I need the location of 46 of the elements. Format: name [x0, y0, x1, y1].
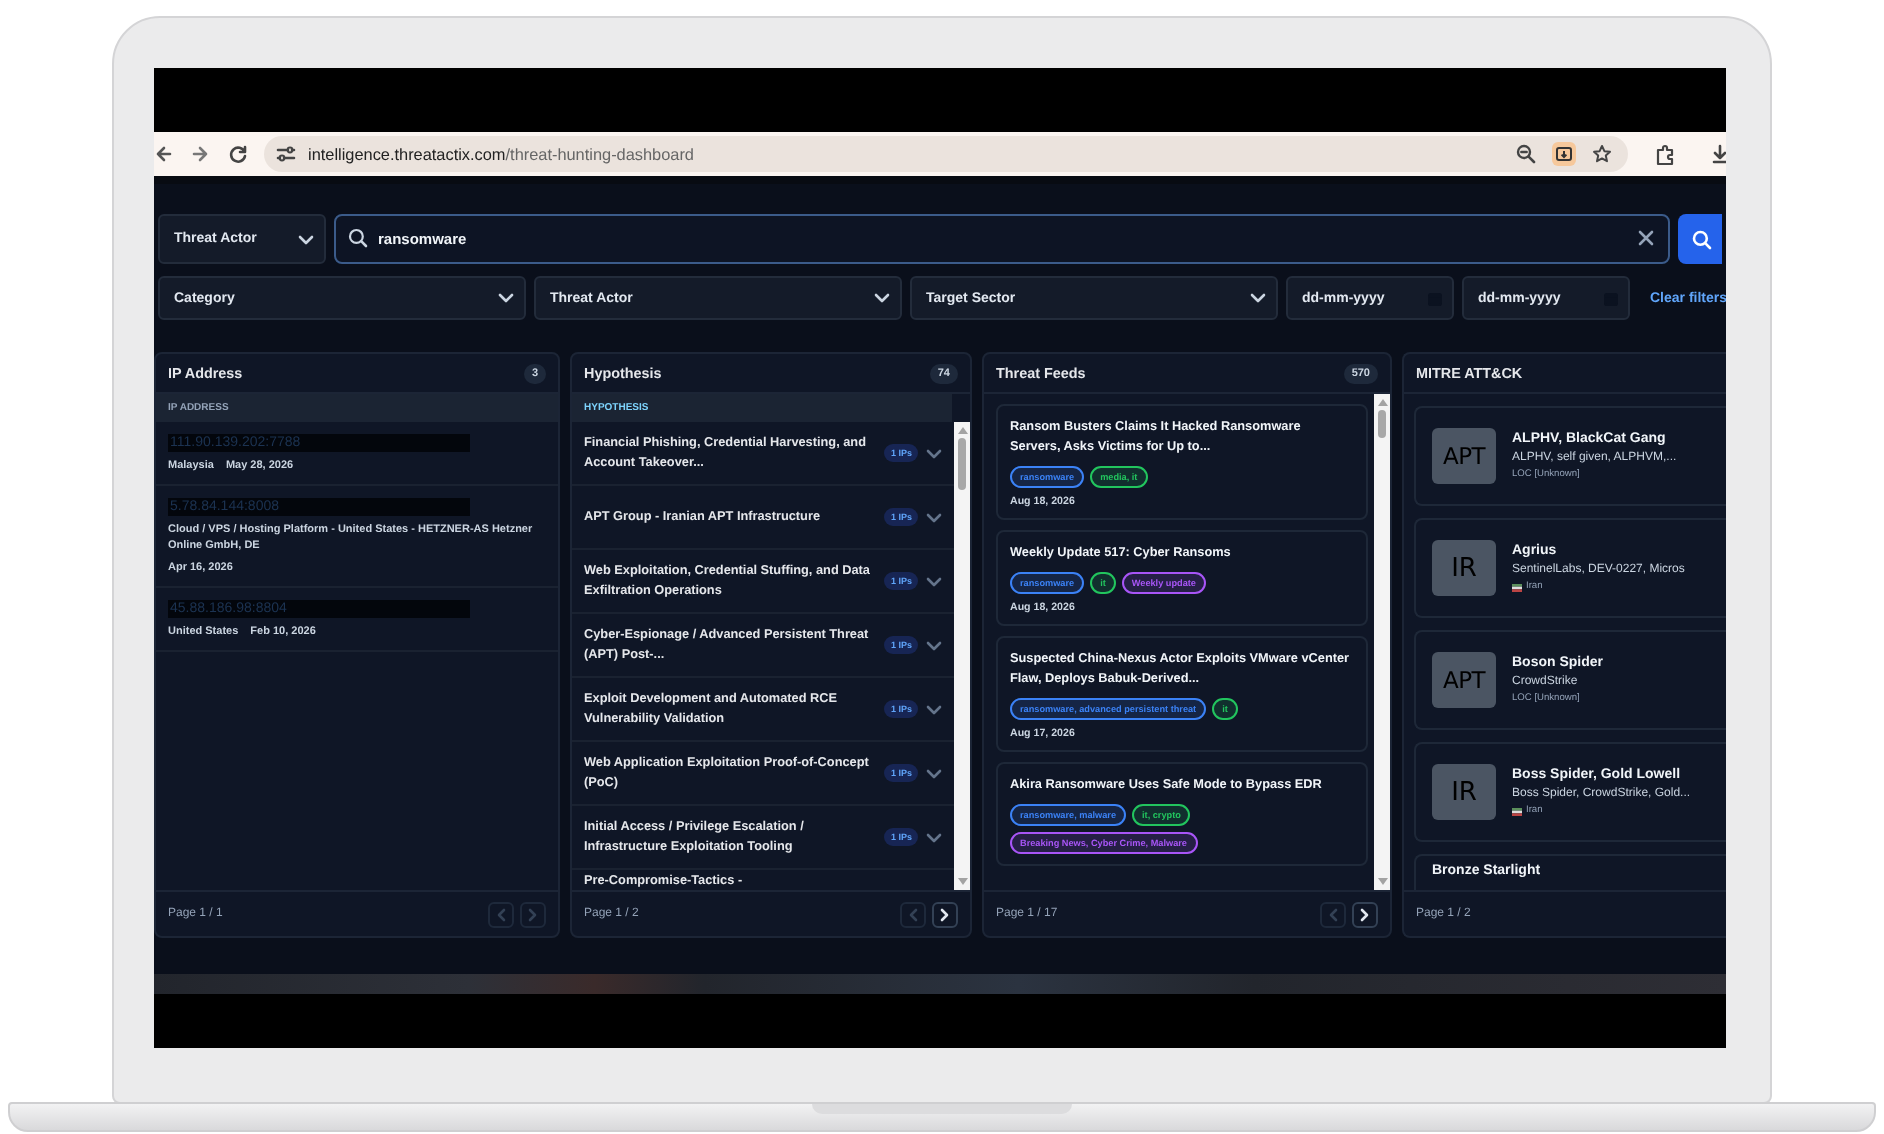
search-icon	[1692, 229, 1712, 249]
chevron-down-icon	[298, 233, 314, 245]
scrollbar-thumb[interactable]	[1378, 410, 1386, 438]
reload-icon[interactable]	[228, 144, 248, 164]
chevron-down-icon	[874, 292, 890, 304]
chevron-down-icon[interactable]	[926, 447, 942, 459]
clear-icon[interactable]	[1638, 230, 1654, 246]
address-bar[interactable]: intelligence.threatactix.com/threat-hunting-dashboard	[264, 136, 1628, 172]
scrollbar[interactable]	[954, 422, 970, 890]
chevron-right-icon	[1360, 907, 1370, 921]
chevron-left-icon	[496, 907, 506, 921]
scroll-up-icon	[957, 426, 967, 434]
chevron-down-icon[interactable]	[926, 511, 942, 523]
star-icon[interactable]	[1592, 144, 1612, 164]
chevron-down-icon[interactable]	[926, 639, 942, 651]
chevron-down-icon	[1250, 292, 1266, 304]
avatar-initials: APT	[1432, 428, 1496, 484]
chevron-down-icon[interactable]	[926, 767, 942, 779]
search-icon	[348, 228, 368, 248]
next-page-button[interactable]	[1352, 901, 1378, 927]
chevron-left-icon	[1328, 907, 1338, 921]
avatar-initials: APT	[1432, 652, 1496, 708]
chevron-down-icon[interactable]	[926, 703, 942, 715]
chevron-down-icon[interactable]	[926, 831, 942, 843]
forward-icon[interactable]	[190, 144, 210, 164]
scrollbar-thumb[interactable]	[958, 438, 966, 490]
avatar-initials: IR	[1432, 764, 1496, 820]
zoom-icon[interactable]	[1516, 144, 1536, 164]
chevron-down-icon[interactable]	[926, 575, 942, 587]
scrollbar[interactable]	[1374, 394, 1390, 890]
next-page-button[interactable]	[932, 901, 958, 927]
chevron-left-icon	[908, 907, 918, 921]
scroll-down-icon	[1377, 878, 1387, 886]
download-icon[interactable]	[1712, 144, 1726, 164]
back-icon[interactable]	[156, 144, 172, 164]
scroll-up-icon	[1377, 398, 1387, 406]
url-text: intelligence.threatactix.com/threat-hunting-dashboard	[308, 145, 694, 163]
install-app-icon[interactable]	[1552, 142, 1576, 166]
search-button[interactable]	[1678, 214, 1722, 264]
avatar-initials: IR	[1432, 540, 1496, 596]
chevron-right-icon	[940, 907, 950, 921]
extensions-icon[interactable]	[1654, 143, 1676, 165]
site-info-icon[interactable]	[276, 144, 296, 164]
chevron-right-icon	[528, 907, 538, 921]
chevron-down-icon	[498, 292, 514, 304]
scroll-down-icon	[957, 878, 967, 886]
